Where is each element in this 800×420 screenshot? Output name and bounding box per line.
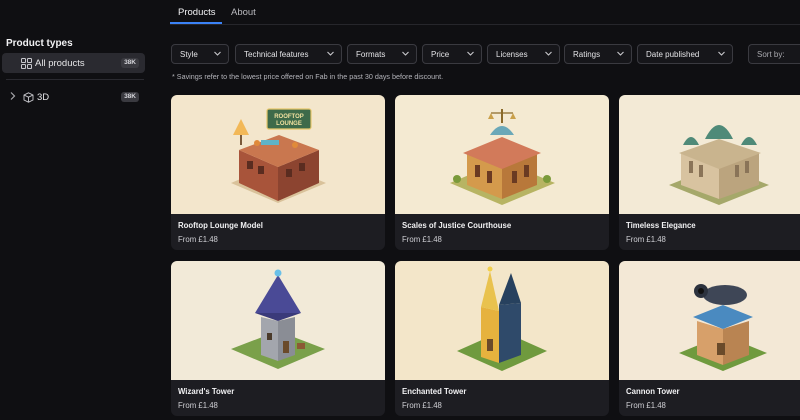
sort-label: Sort by:	[757, 49, 785, 59]
product-thumbnail[interactable]	[171, 261, 385, 380]
sidebar-item-label: All products	[35, 57, 85, 69]
product-price: From £1.48	[626, 235, 666, 244]
filter-price[interactable]: Price	[422, 44, 482, 64]
chevron-down-icon	[617, 51, 624, 56]
product-card[interactable]: ROOFTOP LOUNGE Rooftop Lounge Model From…	[171, 95, 385, 250]
count-badge: 38K	[121, 58, 139, 68]
filter-licenses[interactable]: Licenses	[487, 44, 560, 64]
product-price: From £1.48	[178, 401, 218, 410]
chevron-down-icon	[545, 51, 552, 56]
filter-label: Technical features	[244, 49, 309, 59]
product-name[interactable]: Timeless Elegance	[626, 221, 696, 230]
filter-label: Style	[180, 49, 198, 59]
grid-icon	[20, 57, 32, 69]
chevron-down-icon	[402, 51, 409, 56]
product-thumbnail[interactable]	[619, 261, 800, 380]
product-price: From £1.48	[626, 401, 666, 410]
tab-about[interactable]: About	[231, 7, 256, 18]
savings-note: * Savings refer to the lowest price offe…	[172, 72, 444, 81]
filter-ratings[interactable]: Ratings	[564, 44, 632, 64]
product-thumbnail[interactable]	[619, 95, 800, 214]
product-thumbnail[interactable]	[395, 261, 609, 380]
chevron-down-icon	[214, 51, 221, 56]
product-card[interactable]: Cannon Tower From £1.48	[619, 261, 800, 416]
chevron-down-icon	[718, 51, 725, 56]
product-card[interactable]: Scales of Justice Courthouse From £1.48	[395, 95, 609, 250]
chevron-down-icon	[467, 51, 474, 56]
sidebar-item-label: 3D	[37, 91, 50, 103]
product-price: From £1.48	[402, 401, 442, 410]
product-name[interactable]: Wizard's Tower	[178, 387, 234, 396]
tab-bar: Products About	[170, 0, 800, 25]
sidebar-item-3d[interactable]: 3D 38K	[2, 87, 145, 107]
sidebar: Product types All products 38K 3D 38K	[0, 0, 150, 420]
sidebar-title: Product types	[6, 38, 73, 49]
filter-label: Date published	[646, 49, 700, 59]
filter-date-published[interactable]: Date published	[637, 44, 733, 64]
sidebar-item-all-products[interactable]: All products 38K	[2, 53, 145, 73]
filter-label: Licenses	[496, 49, 528, 59]
product-name[interactable]: Scales of Justice Courthouse	[402, 221, 511, 230]
active-tab-indicator	[170, 22, 222, 24]
filter-style[interactable]: Style	[171, 44, 229, 64]
chevron-right-icon[interactable]	[9, 91, 19, 103]
svg-text:ROOFTOP: ROOFTOP	[274, 114, 304, 120]
count-badge: 38K	[121, 92, 139, 102]
product-price: From £1.48	[178, 235, 218, 244]
product-name[interactable]: Cannon Tower	[626, 387, 680, 396]
filter-label: Price	[431, 49, 450, 59]
filter-label: Formats	[356, 49, 386, 59]
product-name[interactable]: Rooftop Lounge Model	[178, 221, 263, 230]
cube-icon	[22, 91, 34, 103]
product-card[interactable]: Wizard's Tower From £1.48	[171, 261, 385, 416]
filter-technical-features[interactable]: Technical features	[235, 44, 342, 64]
product-card[interactable]: Timeless Elegance From £1.48	[619, 95, 800, 250]
filter-label: Ratings	[573, 49, 601, 59]
product-card[interactable]: Enchanted Tower From £1.48	[395, 261, 609, 416]
sidebar-divider	[6, 79, 144, 80]
sort-dropdown[interactable]: Sort by:	[748, 44, 800, 64]
product-price: From £1.48	[402, 235, 442, 244]
product-thumbnail[interactable]	[395, 95, 609, 214]
filter-formats[interactable]: Formats	[347, 44, 417, 64]
chevron-down-icon	[327, 51, 334, 56]
product-name[interactable]: Enchanted Tower	[402, 387, 466, 396]
product-thumbnail[interactable]: ROOFTOP LOUNGE	[171, 95, 385, 214]
tab-products[interactable]: Products	[178, 7, 216, 18]
svg-text:LOUNGE: LOUNGE	[276, 121, 302, 127]
